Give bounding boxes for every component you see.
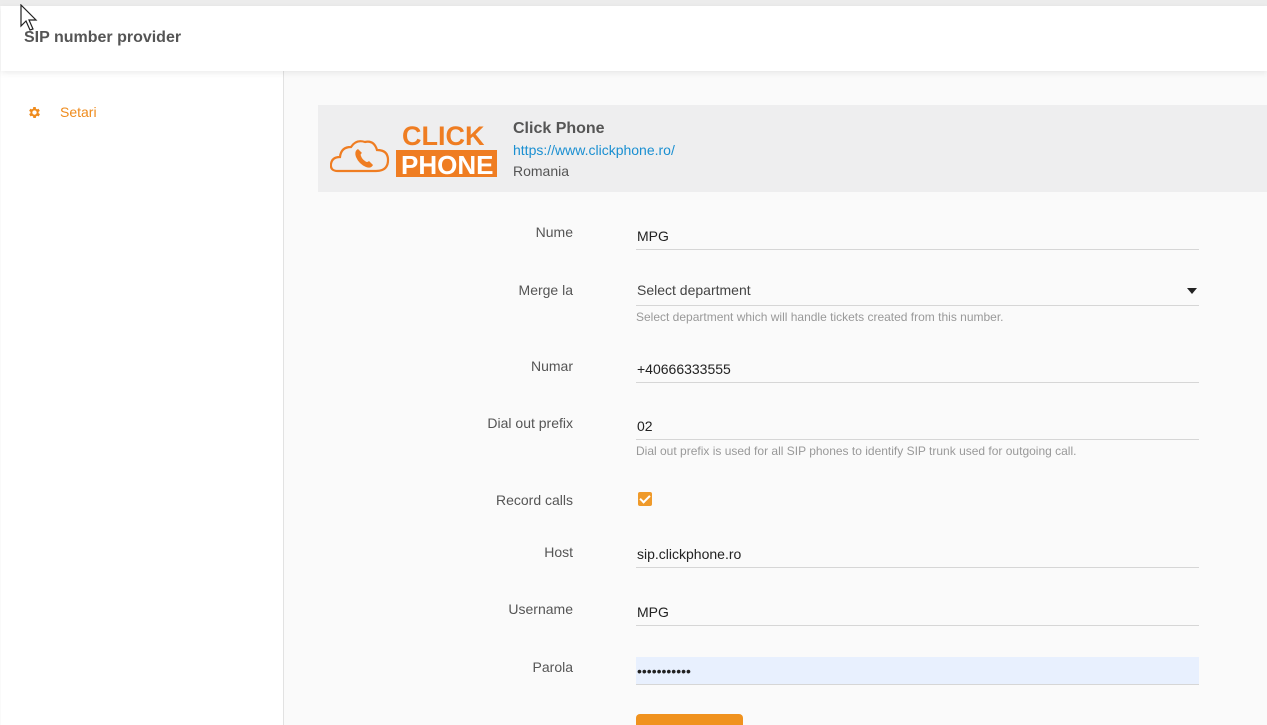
prefix-label: Dial out prefix (487, 415, 573, 431)
host-label: Host (544, 544, 573, 560)
host-input[interactable] (636, 540, 1199, 568)
provider-info: Click Phone https://www.clickphone.ro/ R… (513, 119, 675, 181)
main-content: CLICK PHONE Click Phone https://www.clic… (285, 71, 1267, 725)
sidebar-item-setari[interactable]: Setari (26, 104, 97, 120)
page-title: SIP number provider (24, 29, 182, 46)
prefix-input[interactable] (636, 412, 1199, 440)
caret-down-icon (1187, 288, 1197, 294)
save-button[interactable] (636, 714, 743, 725)
number-label: Numar (530, 358, 573, 374)
name-label: Nume (535, 224, 573, 240)
department-select-value: Select department (637, 282, 751, 298)
password-label: Parola (532, 659, 573, 675)
department-select[interactable]: Select department (636, 278, 1199, 306)
sidebar-item-label: Setari (60, 104, 97, 120)
gear-icon (26, 104, 42, 120)
logo-text-click: CLICK (402, 121, 485, 151)
prefix-hint: Dial out prefix is used for all SIP phon… (636, 444, 1077, 458)
provider-name: Click Phone (513, 120, 605, 137)
number-input[interactable] (636, 355, 1199, 383)
username-input[interactable] (636, 598, 1199, 626)
logo-text-phone: PHONE (401, 150, 493, 177)
username-label: Username (508, 601, 573, 617)
clickphone-logo: CLICK PHONE (329, 119, 498, 180)
page-header: SIP number provider (1, 6, 1267, 71)
password-input[interactable] (636, 657, 1199, 685)
provider-website-link[interactable]: https://www.clickphone.ro/ (513, 139, 675, 161)
provider-card: CLICK PHONE Click Phone https://www.clic… (318, 105, 1267, 192)
record-calls-label: Record calls (495, 492, 573, 508)
name-input[interactable] (636, 222, 1199, 250)
department-hint: Select department which will handle tick… (636, 310, 1004, 324)
sidebar: Setari (1, 71, 284, 725)
department-label: Merge la (518, 282, 573, 298)
mouse-cursor-icon (20, 4, 38, 31)
provider-country: Romania (513, 163, 570, 179)
record-calls-checkbox[interactable] (638, 492, 652, 506)
